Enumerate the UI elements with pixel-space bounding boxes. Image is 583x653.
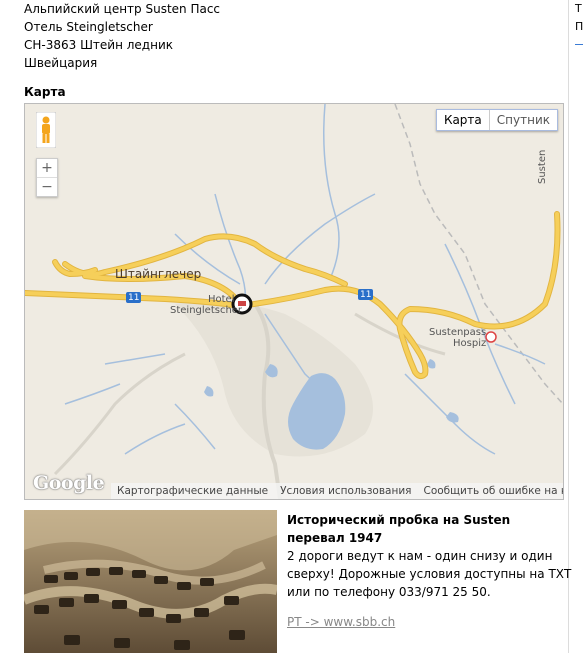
map-place-label: Steingletscher bbox=[170, 305, 243, 316]
address-line: Отель Steingletscher bbox=[24, 20, 153, 34]
right-column-link-underline[interactable] bbox=[575, 44, 583, 45]
sbb-link[interactable]: PT -> www.sbb.ch bbox=[287, 613, 572, 631]
map-canvas[interactable] bbox=[25, 104, 563, 499]
zoom-out-button[interactable]: − bbox=[37, 178, 57, 196]
address-block: Альпийский центр Susten Пасс Отель Stein… bbox=[24, 0, 220, 72]
map-place-label: Hospiz bbox=[453, 338, 487, 349]
map-type-satellite-button[interactable]: Спутник bbox=[490, 110, 557, 130]
info-body: 2 дороги ведут к нам - один снизу и один… bbox=[287, 549, 572, 599]
zoom-in-button[interactable]: + bbox=[37, 159, 57, 178]
map-place-label: Sustenpass bbox=[429, 327, 487, 338]
map-type-map-button[interactable]: Карта bbox=[437, 110, 490, 130]
map-place-label: Штайнглечер bbox=[115, 267, 202, 281]
address-line: CH-3863 Штейн ледник bbox=[24, 38, 173, 52]
right-column-text: Т bbox=[575, 2, 582, 15]
google-logo[interactable]: Google bbox=[33, 472, 105, 494]
map-place-label: Susten bbox=[537, 149, 548, 184]
pegman-icon[interactable] bbox=[36, 112, 56, 148]
terms-link[interactable]: Условия использования bbox=[274, 485, 417, 497]
zoom-control: + − bbox=[36, 158, 58, 197]
address-line: Швейцария bbox=[24, 56, 98, 70]
map-footer: Картографические данные Условия использо… bbox=[111, 483, 563, 499]
road-shield-11: 11 bbox=[128, 293, 140, 303]
right-column-text: По bbox=[575, 20, 583, 33]
info-block: Исторический пробка на Susten перевал 19… bbox=[287, 511, 572, 631]
map-data-link[interactable]: Картографические данные bbox=[111, 485, 274, 497]
report-error-link[interactable]: Сообщить об ошибке на карте bbox=[418, 485, 564, 497]
info-title: Исторический пробка на Susten перевал 19… bbox=[287, 513, 511, 545]
map-type-control: Карта Спутник bbox=[435, 109, 558, 131]
map-place-label: Hotel bbox=[208, 294, 235, 305]
address-line: Альпийский центр Susten Пасс bbox=[24, 2, 221, 16]
map-heading: Карта bbox=[24, 85, 66, 99]
map-widget[interactable]: 11 11 Штайнглечер Hotel Steingletscher S… bbox=[24, 103, 564, 500]
road-shield-11: 11 bbox=[360, 290, 372, 300]
historic-photo bbox=[24, 510, 277, 653]
